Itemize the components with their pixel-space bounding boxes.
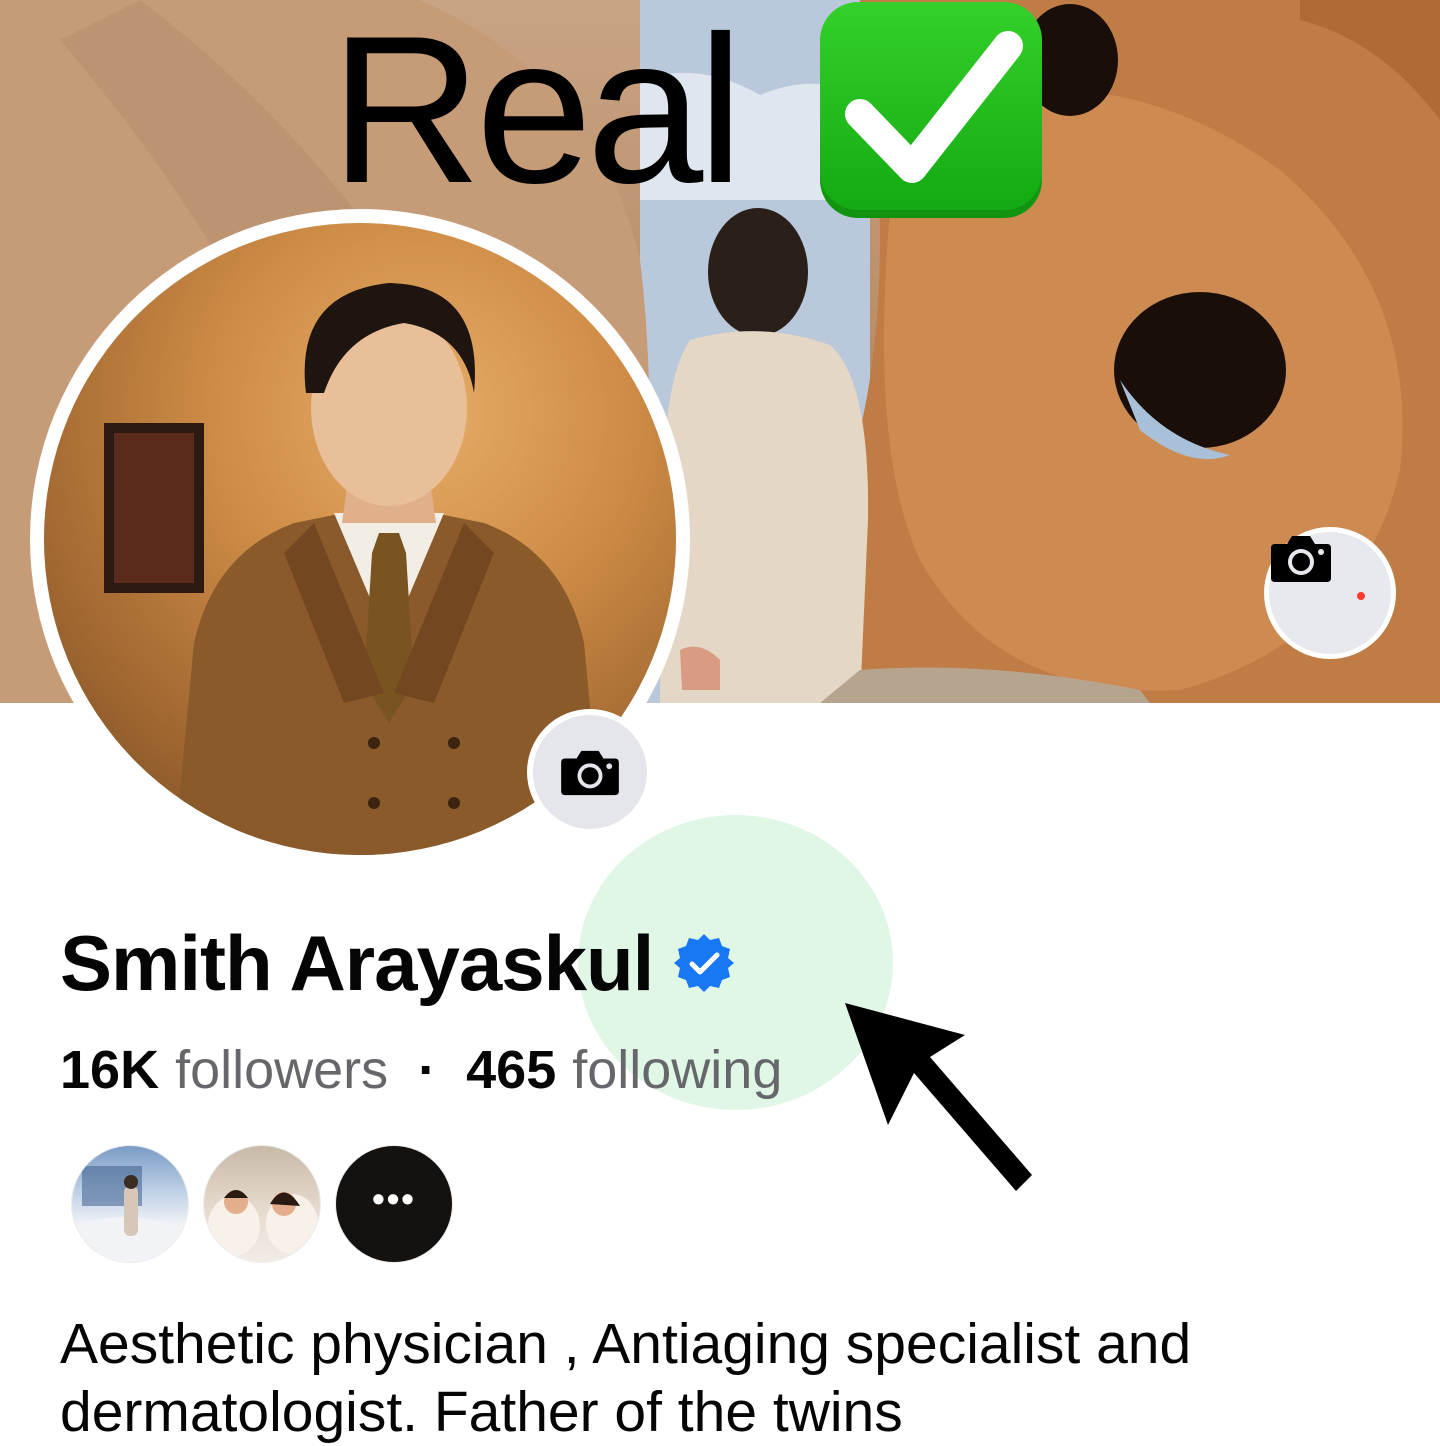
edit-avatar-camera-button[interactable]: [527, 709, 653, 835]
white-check-mark-emoji-icon: [820, 2, 1042, 218]
followers-label: followers: [175, 1040, 389, 1100]
stats-separator: ·: [418, 1040, 437, 1100]
arrow-pointer-icon: [845, 1003, 1032, 1191]
following-link[interactable]: 465 following: [466, 1039, 782, 1101]
more-friends-button[interactable]: •••: [336, 1146, 452, 1262]
camera-icon: [561, 750, 619, 796]
following-count: 465: [466, 1040, 557, 1100]
more-icon: •••: [372, 1178, 416, 1219]
verified-badge-icon[interactable]: [673, 932, 735, 994]
profile-name: Smith Arayaskul: [60, 918, 654, 1007]
following-label: following: [572, 1040, 783, 1100]
notification-dot: [1357, 592, 1365, 600]
follow-stats: 16K followers · 465 following: [60, 1035, 782, 1105]
camera-icon: [1271, 536, 1331, 582]
followers-link[interactable]: 16K followers: [60, 1039, 388, 1101]
profile-name-row: Smith Arayaskul: [60, 918, 735, 1008]
overlay-caption: Real: [330, 0, 744, 227]
profile-bio: Aesthetic physician , Antiaging speciali…: [60, 1312, 1192, 1444]
friend-avatar[interactable]: [204, 1146, 320, 1262]
overlay-caption-text: Real: [330, 0, 744, 227]
friends-preview: •••: [72, 1146, 452, 1262]
friend-avatar[interactable]: [72, 1146, 188, 1262]
edit-cover-camera-button[interactable]: [1264, 527, 1396, 659]
followers-count: 16K: [60, 1040, 160, 1100]
